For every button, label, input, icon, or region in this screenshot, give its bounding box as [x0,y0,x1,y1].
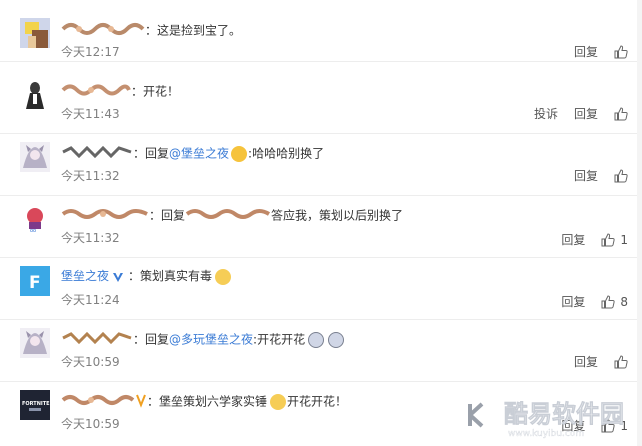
reply-prefix: 回复 [145,146,170,161]
thumb-up-icon [614,107,628,121]
like-button[interactable] [614,107,628,121]
timestamp: 今天11:43 [61,107,120,121]
username-obscured[interactable] [61,392,147,412]
comment-content: ：回复@堡垒之夜 :哈哈哈别换了 [61,144,324,164]
colon: ： [131,84,144,99]
comment-item: oo ：回复 答应我，策划以后别换了 今天11:32 回复 1 [0,196,642,258]
comment-item: ：回复@多玩堡垒之夜:开花开花 今天10:59 回复 [0,320,642,382]
avatar[interactable] [20,328,50,358]
comment-content: 堡垒之夜 ：策划真实有毒 [61,268,232,285]
comment-actions: 回复 [558,44,628,60]
comment-text: 堡垒策划六学家实锤 [159,394,268,409]
like-count: 8 [620,295,628,309]
report-button[interactable]: 投诉 [534,106,558,122]
timestamp: 今天11:32 [61,169,120,183]
reply-button[interactable]: 回复 [574,44,598,60]
username-obscured[interactable] [61,330,133,350]
mention-link[interactable]: @多玩堡垒之夜 [169,333,253,347]
comment-list: ：这是捡到宝了。 今天12:17 回复 ：开花！ 今天11:43 投诉 回复 ：… [0,0,642,446]
reply-button[interactable]: 回复 [574,168,598,184]
thumb-up-icon [601,295,615,309]
username-obscured[interactable] [61,206,149,226]
colon: ： [133,332,146,347]
mention-link[interactable]: @堡垒之夜 [169,147,229,161]
comment-text: :哈哈哈别换了 [248,146,325,161]
watermark-url: www.kuyibu.com [508,429,584,439]
comment-item: ：这是捡到宝了。 今天12:17 回复 [0,0,642,62]
comment-text: :开花开花 [253,332,306,347]
timestamp: 今天12:17 [61,45,120,59]
mention-obscured[interactable] [185,206,271,226]
username-obscured[interactable] [61,144,133,164]
cat-emoji-icon [215,268,232,285]
reply-prefix: 回复 [145,332,170,347]
avatar[interactable] [20,18,50,48]
comment-actions: 回复 8 [545,294,628,310]
timestamp: 今天10:59 [61,355,120,369]
scrollbar[interactable] [637,0,642,446]
comment-actions: 回复 [558,354,628,370]
like-button[interactable]: 8 [601,294,628,310]
like-button[interactable] [614,45,628,59]
reply-button[interactable]: 回复 [574,106,598,122]
comment-actions: 投诉 回复 [518,106,628,122]
username-obscured[interactable] [61,21,145,41]
colon: ： [145,23,158,38]
thumb-up-icon [614,169,628,183]
thumb-up-icon [614,355,628,369]
like-count: 1 [620,233,628,247]
reply-prefix: 回复 [161,208,186,223]
comment-item: ：开花！ 今天11:43 投诉 回复 [0,72,642,134]
reply-button[interactable]: 回复 [561,232,585,248]
like-button[interactable] [614,169,628,183]
avatar[interactable] [20,79,50,109]
avatar[interactable] [20,142,50,172]
comment-content: ：这是捡到宝了。 [61,21,241,41]
colon: ： [149,208,162,223]
comment-content: ：回复@多玩堡垒之夜:开花开花 [61,330,345,350]
timestamp: 今天11:32 [61,231,120,245]
comment-item: ：回复@堡垒之夜:哈哈哈别换了 今天11:32 回复 [0,134,642,196]
comment-text: 策划真实有毒 [140,269,213,283]
comment-text: 这是捡到宝了。 [157,23,242,38]
laugh-emoji-icon [231,146,248,162]
username[interactable]: 堡垒之夜 [61,269,109,283]
watermark-title: 酷易软件园 [504,400,624,428]
comment-text: 答应我，策划以后别换了 [271,208,404,223]
cat-emoji-icon [270,394,287,410]
comment-item: F 堡垒之夜 ：策划真实有毒 今天11:24 回复 8 [0,258,642,320]
comment-text: 开花！ [143,84,180,99]
watermark: 酷易软件园 www.kuyibu.com [446,384,642,446]
reply-button[interactable]: 回复 [574,354,598,370]
colon: ： [128,269,141,283]
comment-content: ：开花！ [61,82,179,102]
svg-text:FORTNITE: FORTNITE [22,401,50,407]
like-button[interactable]: 1 [601,232,628,248]
svg-text:oo: oo [30,228,36,234]
crying-emoji-icon [308,332,325,348]
svg-text:F: F [29,273,41,293]
thumb-up-icon [601,233,615,247]
thumb-up-icon [614,45,628,59]
comment-text-2: 开花开花！ [287,394,348,409]
timestamp: 今天10:59 [61,417,120,431]
comment-content: ：堡垒策划六学家实锤 开花开花！ [61,392,347,412]
username-obscured[interactable] [61,82,131,102]
colon: ： [133,146,146,161]
crying-emoji-icon [328,332,345,348]
avatar[interactable]: FORTNITE [20,390,50,420]
timestamp: 今天11:24 [61,293,120,307]
reply-button[interactable]: 回复 [561,294,585,310]
comment-actions: 回复 [558,168,628,184]
verified-badge-icon [113,272,124,282]
like-button[interactable] [614,355,628,369]
comment-content: ：回复 答应我，策划以后别换了 [61,206,403,226]
avatar[interactable]: F [20,266,50,296]
avatar[interactable]: oo [20,204,50,234]
colon: ： [147,394,160,409]
comment-actions: 回复 1 [545,232,628,248]
